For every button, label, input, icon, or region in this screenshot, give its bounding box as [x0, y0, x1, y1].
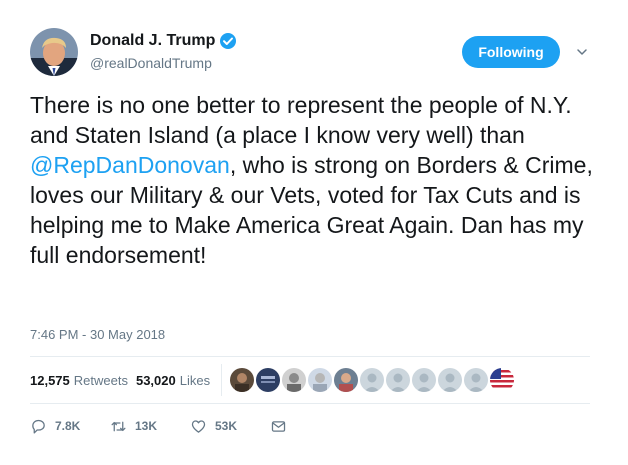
reply-button[interactable]: 7.8K: [30, 418, 110, 435]
retweet-button[interactable]: 13K: [110, 418, 190, 435]
like-button[interactable]: 53K: [190, 418, 270, 435]
retweet-count: 13K: [135, 419, 158, 433]
likes-label: Likes: [179, 372, 211, 388]
liker-avatar[interactable]: [386, 368, 411, 392]
liker-avatar[interactable]: [334, 368, 359, 392]
liker-avatar[interactable]: [282, 368, 307, 392]
liker-avatar[interactable]: [438, 368, 463, 392]
tweet-text: There is no one better to represent the …: [30, 90, 610, 270]
reply-icon: [32, 419, 45, 434]
tweet-text-before: There is no one better to represent the …: [30, 92, 572, 148]
avatar[interactable]: [30, 28, 78, 76]
tweet-card: Donald J. Trump @realDonaldTrump Followi…: [0, 0, 628, 465]
verified-badge-icon: [219, 32, 237, 50]
like-count: 53K: [215, 419, 238, 433]
retweets-count: 12,575: [30, 372, 70, 388]
direct-message-button[interactable]: [270, 418, 287, 435]
following-button[interactable]: Following: [462, 36, 560, 68]
display-name[interactable]: Donald J. Trump: [90, 32, 215, 50]
liker-avatars: [230, 368, 516, 392]
user-names: Donald J. Trump @realDonaldTrump: [90, 30, 237, 71]
liker-avatar[interactable]: [464, 368, 489, 392]
profile-avatar-icon: [30, 28, 78, 76]
liker-avatar[interactable]: [308, 368, 333, 392]
retweets-stat[interactable]: 12,575 Retweets: [30, 373, 128, 388]
liker-avatar[interactable]: [256, 368, 281, 392]
stats-divider: [221, 364, 223, 396]
liker-avatar[interactable]: [490, 368, 515, 392]
retweet-icon: [111, 421, 126, 431]
user-handle[interactable]: @realDonaldTrump: [90, 55, 237, 71]
liker-avatar[interactable]: [230, 368, 255, 392]
divider: [30, 403, 590, 404]
tweet-timestamp[interactable]: 7:46 PM - 30 May 2018: [30, 327, 165, 342]
likes-count: 53,020: [135, 372, 176, 388]
retweets-label: Retweets: [73, 372, 128, 388]
us-flag-icon: [490, 368, 515, 392]
likes-stat[interactable]: 53,020 Likes: [136, 373, 210, 388]
tweet-header: Donald J. Trump @realDonaldTrump Followi…: [30, 26, 600, 78]
liker-avatar[interactable]: [360, 368, 385, 392]
reply-count: 7.8K: [55, 419, 81, 433]
display-name-row: Donald J. Trump: [90, 30, 237, 52]
heart-icon: [191, 419, 206, 433]
tweet-stats: 12,575 Retweets 53,020 Likes: [30, 357, 516, 403]
chevron-down-icon[interactable]: [576, 46, 588, 58]
mention-link[interactable]: @RepDanDonovan: [30, 152, 230, 178]
tweet-actions: 7.8K 13K 53K: [30, 414, 287, 438]
liker-avatar[interactable]: [412, 368, 437, 392]
envelope-icon: [271, 420, 286, 432]
